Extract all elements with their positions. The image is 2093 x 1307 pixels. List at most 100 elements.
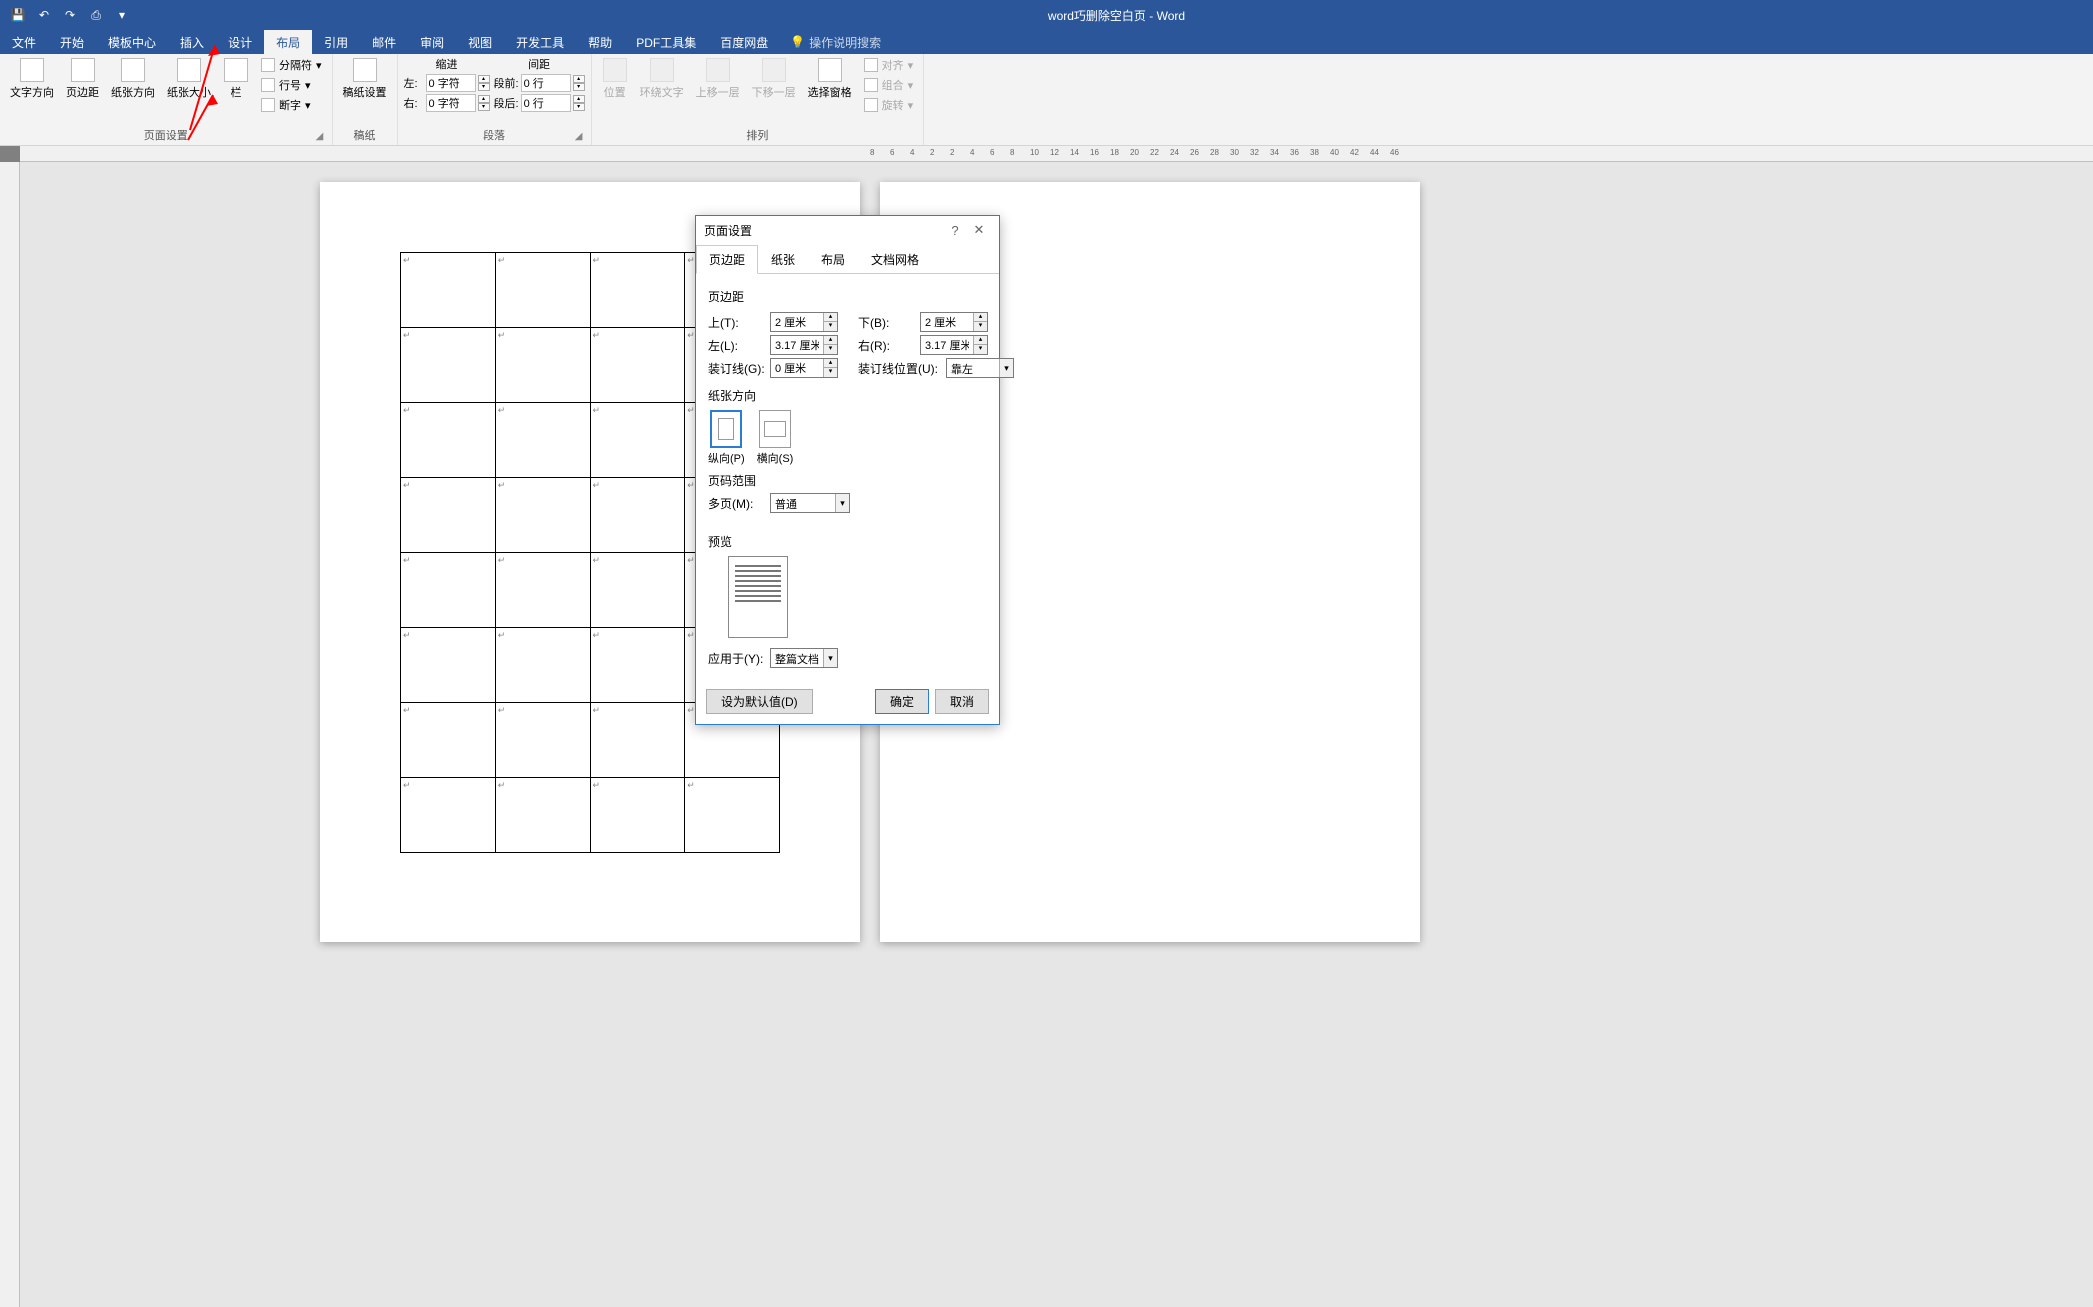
tab-help[interactable]: 帮助	[576, 30, 624, 54]
print-icon[interactable]: ⎙	[86, 5, 106, 25]
group-page-setup: 文字方向 页边距 纸张方向 纸张大小 栏 分隔符▾ 行号▾ 断字▾ 页面设置 ◢	[0, 54, 333, 145]
dialog-tab-paper[interactable]: 纸张	[758, 245, 808, 274]
margins-icon	[71, 58, 95, 82]
backward-icon	[762, 58, 786, 82]
section-orientation: 纸张方向	[708, 387, 987, 404]
label-left: 左(L):	[708, 337, 770, 354]
tab-insert[interactable]: 插入	[168, 30, 216, 54]
margin-left-input[interactable]: ▴▾	[770, 335, 838, 355]
margins-button[interactable]: 页边距	[62, 56, 103, 102]
save-icon[interactable]: 💾	[8, 5, 28, 25]
chevron-down-icon: ▾	[835, 494, 849, 512]
tab-design[interactable]: 设计	[216, 30, 264, 54]
bulb-icon: 💡	[790, 35, 805, 49]
portrait-icon	[718, 418, 734, 440]
margin-top-input[interactable]: ▴▾	[770, 312, 838, 332]
size-button[interactable]: 纸张大小	[163, 56, 215, 102]
horizontal-ruler[interactable]: 8642246810121416182022242628303234363840…	[20, 146, 2093, 162]
set-default-button[interactable]: 设为默认值(D)	[706, 689, 813, 714]
align-button: 对齐▾	[860, 56, 918, 74]
hyphenation-button[interactable]: 断字▾	[257, 96, 326, 114]
chevron-down-icon: ▾	[999, 359, 1013, 377]
redo-icon[interactable]: ↷	[60, 5, 80, 25]
orientation-landscape[interactable]: 横向(S)	[757, 410, 794, 466]
label-bottom: 下(B):	[858, 314, 920, 331]
section-pages: 页码范围	[708, 472, 987, 489]
tab-file[interactable]: 文件	[0, 30, 48, 54]
preview-thumbnail	[728, 556, 788, 638]
tab-layout[interactable]: 布局	[264, 30, 312, 54]
breaks-button[interactable]: 分隔符▾	[257, 56, 326, 74]
tab-pdf[interactable]: PDF工具集	[624, 30, 708, 54]
bring-forward-button: 上移一层	[692, 56, 744, 102]
group-arrange: 位置 环绕文字 上移一层 下移一层 选择窗格 对齐▾ 组合▾ 旋转▾ 排列	[592, 54, 925, 145]
columns-icon	[224, 58, 248, 82]
gutter-position-combo[interactable]: 靠左▾	[946, 358, 1014, 378]
selpane-icon	[818, 58, 842, 82]
indent-header: 缩进	[404, 56, 490, 72]
send-backward-button: 下移一层	[748, 56, 800, 102]
grid-paper-button[interactable]: 稿纸设置	[339, 56, 391, 102]
cancel-button[interactable]: 取消	[935, 689, 989, 714]
group-label-arrange: 排列	[598, 125, 918, 143]
orientation-button[interactable]: 纸张方向	[107, 56, 159, 102]
document-canvas[interactable]: ↵↵↵↵ ↵↵↵↵ ↵↵↵↵ ↵↵↵↵ ↵↵↵↵ ↵↵↵↵ ↵↵↵↵ ↵↵↵↵	[20, 162, 2093, 1307]
text-direction-icon	[20, 58, 44, 82]
document-workspace: 8642246810121416182022242628303234363840…	[0, 146, 2093, 1307]
tell-me-search[interactable]: 💡 操作说明搜索	[780, 30, 891, 54]
dialog-titlebar[interactable]: 页面设置 ? ✕	[696, 216, 999, 244]
tab-home[interactable]: 开始	[48, 30, 96, 54]
spacing-before-field[interactable]: 段前:▴▾	[494, 74, 585, 92]
label-gutter-pos: 装订线位置(U):	[858, 360, 946, 377]
margin-bottom-input[interactable]: ▴▾	[920, 312, 988, 332]
dialog-tab-margins[interactable]: 页边距	[696, 245, 758, 274]
tab-mailings[interactable]: 邮件	[360, 30, 408, 54]
grid-paper-icon	[353, 58, 377, 82]
ribbon-tabs: 文件 开始 模板中心 插入 设计 布局 引用 邮件 审阅 视图 开发工具 帮助 …	[0, 30, 2093, 54]
paragraph-launcher[interactable]: ◢	[573, 131, 585, 143]
group-icon	[864, 78, 878, 92]
group-button: 组合▾	[860, 76, 918, 94]
spacing-after-field[interactable]: 段后:▴▾	[494, 94, 585, 112]
selection-pane-button[interactable]: 选择窗格	[804, 56, 856, 102]
label-gutter: 装订线(G):	[708, 360, 770, 377]
ok-button[interactable]: 确定	[875, 689, 929, 714]
page-setup-launcher[interactable]: ◢	[314, 131, 326, 143]
indent-right-field[interactable]: 右:▴▾	[404, 94, 490, 112]
tab-developer[interactable]: 开发工具	[504, 30, 576, 54]
tab-review[interactable]: 审阅	[408, 30, 456, 54]
dialog-help-button[interactable]: ?	[943, 223, 967, 238]
label-top: 上(T):	[708, 314, 770, 331]
chevron-down-icon: ▾	[823, 649, 837, 667]
multipage-combo[interactable]: 普通▾	[770, 493, 850, 513]
qat-dropdown-icon[interactable]: ▾	[112, 5, 132, 25]
columns-button[interactable]: 栏	[219, 56, 253, 102]
vertical-ruler[interactable]	[0, 162, 20, 1307]
orientation-portrait[interactable]: 纵向(P)	[708, 410, 745, 466]
label-right: 右(R):	[858, 337, 920, 354]
group-grid-paper: 稿纸设置 稿纸	[333, 54, 398, 145]
dialog-tab-layout[interactable]: 布局	[808, 245, 858, 274]
margin-right-input[interactable]: ▴▾	[920, 335, 988, 355]
label-applyto: 应用于(Y):	[708, 650, 770, 667]
tab-references[interactable]: 引用	[312, 30, 360, 54]
line-numbers-button[interactable]: 行号▾	[257, 76, 326, 94]
dialog-close-button[interactable]: ✕	[967, 222, 991, 238]
landscape-icon	[764, 421, 786, 437]
indent-left-field[interactable]: 左:▴▾	[404, 74, 490, 92]
undo-icon[interactable]: ↶	[34, 5, 54, 25]
rotate-button: 旋转▾	[860, 96, 918, 114]
group-label-grid: 稿纸	[339, 125, 391, 143]
text-direction-button[interactable]: 文字方向	[6, 56, 58, 102]
section-preview: 预览	[708, 533, 987, 550]
label-multipage: 多页(M):	[708, 495, 770, 512]
size-icon	[177, 58, 201, 82]
tab-view[interactable]: 视图	[456, 30, 504, 54]
dialog-title: 页面设置	[704, 222, 943, 239]
tab-template[interactable]: 模板中心	[96, 30, 168, 54]
applyto-combo[interactable]: 整篇文档▾	[770, 648, 838, 668]
gutter-input[interactable]: ▴▾	[770, 358, 838, 378]
dialog-tab-grid[interactable]: 文档网格	[858, 245, 932, 274]
forward-icon	[706, 58, 730, 82]
tab-baidu[interactable]: 百度网盘	[708, 30, 780, 54]
